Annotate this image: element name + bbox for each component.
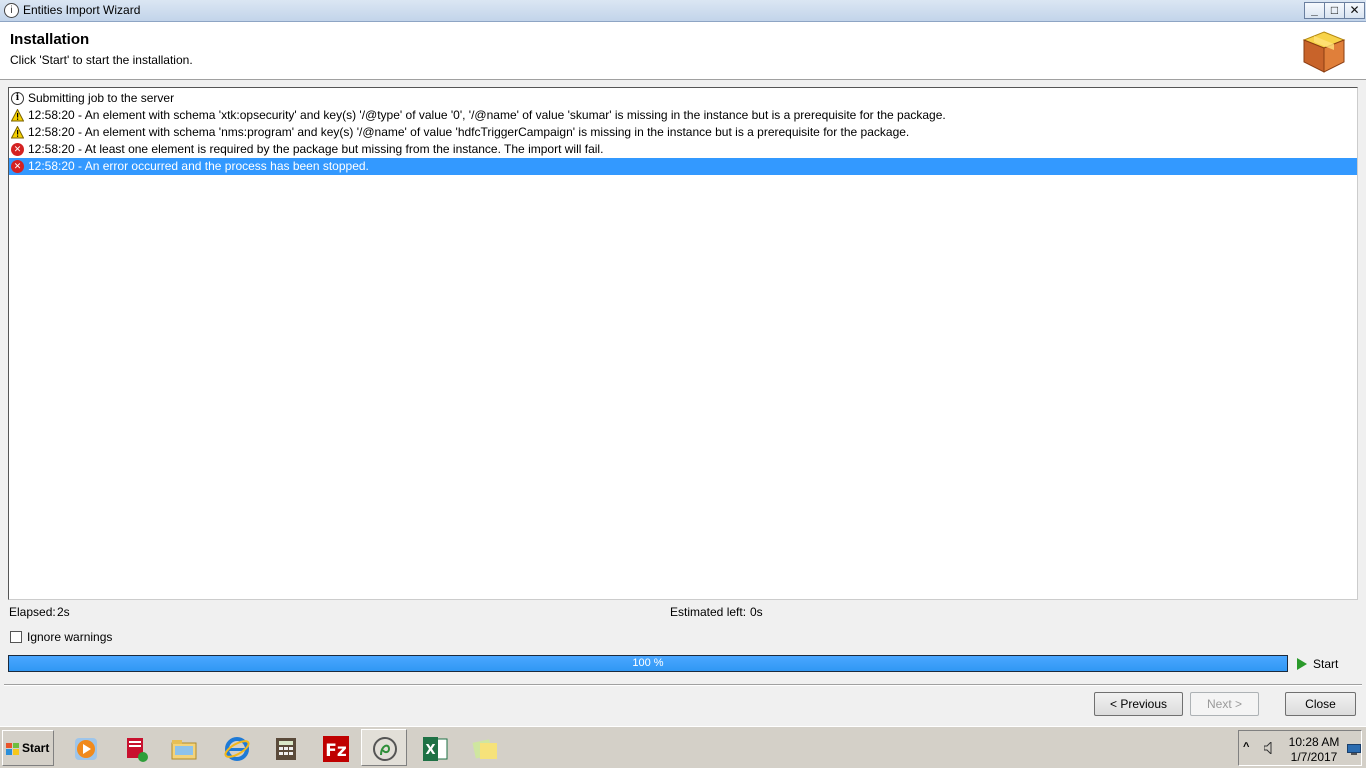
log-row[interactable]: 12:58:20 - An element with schema 'xtk:o… — [9, 107, 1357, 124]
taskbar-internet-explorer[interactable] — [213, 729, 259, 766]
taskbar-excel[interactable]: X — [411, 729, 457, 766]
close-window-button[interactable]: ✕ — [1344, 2, 1365, 19]
previous-button[interactable]: < Previous — [1094, 692, 1183, 716]
speaker-icon[interactable] — [1264, 742, 1274, 754]
progress-text: 100 % — [632, 657, 664, 669]
media-player-icon — [75, 738, 97, 760]
taskbar-sticky-notes[interactable] — [461, 729, 507, 766]
show-desktop-icon[interactable] — [1347, 744, 1361, 755]
warning-icon — [11, 126, 24, 139]
start-menu-button[interactable]: Start — [2, 730, 54, 766]
windows-flag-icon — [6, 743, 19, 755]
file-explorer-icon — [171, 740, 197, 760]
log-row[interactable]: 12:58:20 - An element with schema 'nms:p… — [9, 124, 1357, 141]
clock-time: 10:28 AM — [1288, 735, 1340, 749]
log-row[interactable]: ✕ 12:58:20 - An error occurred and the pr… — [9, 158, 1357, 175]
show-hidden-icons-icon[interactable]: ^ — [1243, 741, 1249, 753]
campaign-client-icon — [373, 737, 397, 761]
minimize-button[interactable]: _ — [1304, 2, 1325, 19]
warning-icon — [11, 109, 24, 122]
elapsed-value: 2s — [57, 605, 70, 619]
page-title: Installation — [10, 31, 90, 48]
start-label: Start — [1313, 657, 1339, 671]
next-button[interactable]: Next > — [1190, 692, 1259, 716]
error-icon: ✕ — [11, 143, 24, 156]
log-text: 12:58:20 - An element with schema 'nms:p… — [28, 125, 910, 139]
svg-text:Fz: Fz — [325, 741, 347, 761]
taskbar: Start Fz X ^ 10:28 AM 1/7/2017 — [0, 726, 1366, 768]
wizard-header: Installation Click 'Start' to start the … — [0, 22, 1366, 80]
maximize-button[interactable]: □ — [1324, 2, 1345, 19]
ignore-warnings-label[interactable]: Ignore warnings — [27, 630, 112, 644]
play-icon — [1297, 658, 1307, 670]
internet-explorer-icon — [224, 737, 250, 761]
divider — [4, 684, 1362, 686]
package-icon — [1302, 31, 1346, 73]
error-icon: ✕ — [11, 160, 24, 173]
log-text: 12:58:20 - An element with schema 'xtk:o… — [28, 108, 946, 122]
taskbar-campaign-client[interactable] — [361, 729, 407, 766]
log-row[interactable]: ✕ 12:58:20 - At least one element is requ… — [9, 141, 1357, 158]
title-bar: i Entities Import Wizard _ □ ✕ — [0, 0, 1366, 22]
ignore-warnings-checkbox[interactable] — [10, 631, 22, 643]
log-row[interactable]: i Submitting job to the server — [9, 90, 1357, 107]
sticky-notes-icon — [472, 739, 497, 759]
log-list[interactable]: i Submitting job to the server 12:58:20 - … — [8, 87, 1358, 600]
filezilla-icon: Fz — [323, 736, 349, 762]
elapsed-label: Elapsed: — [9, 605, 56, 619]
window-title: Entities Import Wizard — [23, 3, 141, 17]
svg-text:X: X — [425, 743, 435, 758]
calculator-icon — [276, 738, 296, 760]
start-button[interactable]: Start — [1296, 656, 1338, 672]
log-text: Submitting job to the server — [28, 91, 175, 105]
log-text: 12:58:20 - At least one element is requi… — [28, 142, 604, 156]
excel-icon: X — [423, 737, 448, 761]
taskbar-installer[interactable] — [112, 729, 158, 766]
taskbar-calculator[interactable] — [262, 729, 308, 766]
app-icon: i — [4, 3, 19, 18]
system-tray: ^ 10:28 AM 1/7/2017 — [1238, 730, 1362, 766]
log-text: 12:58:20 - An error occurred and the pro… — [28, 159, 369, 173]
page-subtitle: Click 'Start' to start the installation. — [10, 53, 193, 67]
start-menu-label: Start — [22, 741, 50, 755]
clock-date: 1/7/2017 — [1290, 750, 1338, 764]
estimated-left-label: Estimated left: — [670, 605, 747, 619]
taskbar-filezilla[interactable]: Fz — [312, 729, 358, 766]
estimated-left-value: 0s — [750, 605, 763, 619]
progress-bar: 100 % — [8, 655, 1288, 672]
archive-installer-icon — [127, 738, 148, 762]
taskbar-explorer[interactable] — [160, 729, 206, 766]
clock[interactable]: 10:28 AM 1/7/2017 — [1281, 735, 1347, 765]
close-button[interactable]: Close — [1285, 692, 1356, 716]
info-icon: i — [11, 92, 24, 105]
taskbar-media-player[interactable] — [62, 729, 108, 766]
